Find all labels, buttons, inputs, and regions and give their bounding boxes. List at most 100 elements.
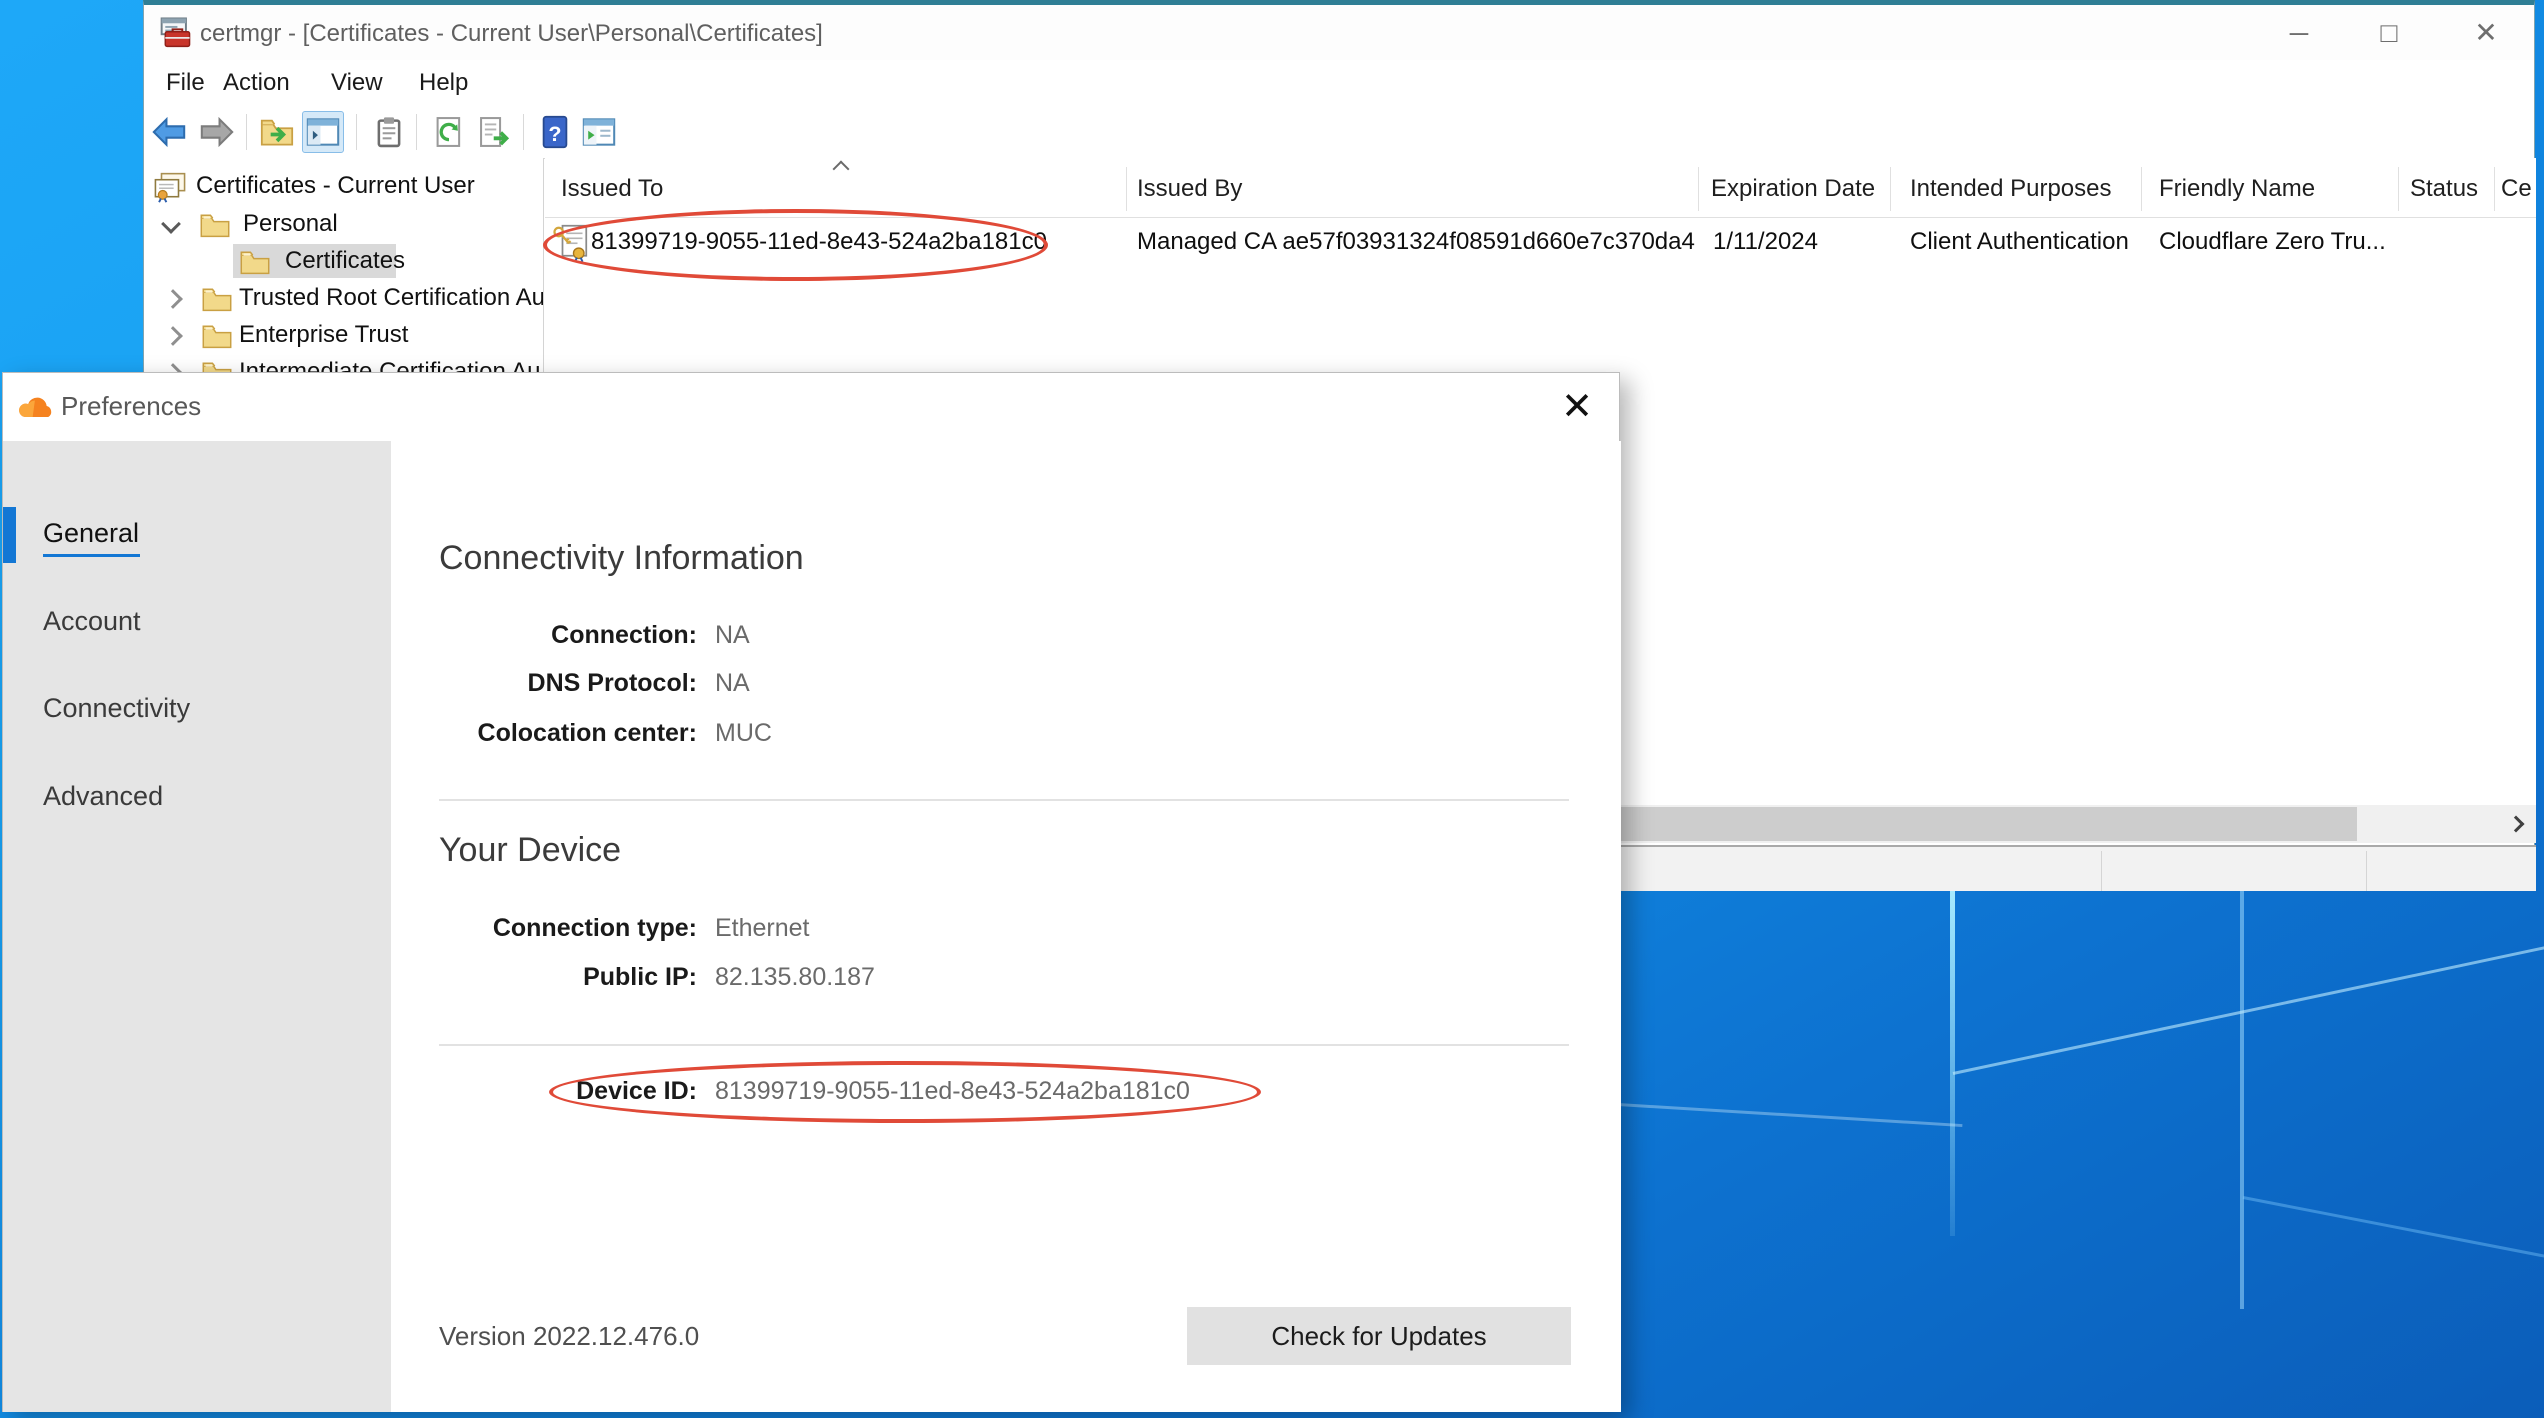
section-heading-connectivity: Connectivity Information bbox=[439, 539, 804, 578]
wallpaper-beam bbox=[1953, 939, 2544, 1075]
certmgr-titlebar: certmgr - [Certificates - Current User\P… bbox=[144, 5, 2534, 60]
preferences-dialog: Preferences ✕ General Account Connectivi… bbox=[2, 372, 1620, 1412]
screen: certmgr - [Certificates - Current User\P… bbox=[0, 0, 2544, 1418]
column-divider[interactable] bbox=[1698, 167, 1699, 211]
column-header-purposes[interactable]: Intended Purposes bbox=[1910, 175, 2111, 203]
column-header-issued-by[interactable]: Issued By bbox=[1137, 175, 1242, 203]
refresh-icon bbox=[430, 114, 468, 150]
tree-item-label: Personal bbox=[243, 206, 338, 242]
column-divider[interactable] bbox=[2141, 167, 2142, 211]
column-divider[interactable] bbox=[2494, 167, 2495, 211]
section-divider bbox=[439, 799, 1569, 801]
cell-issued-by: Managed CA ae57f03931324f08591d660e7c370… bbox=[1137, 228, 1695, 256]
chevron-right-icon[interactable] bbox=[163, 289, 183, 309]
column-header-status[interactable]: Status bbox=[2410, 175, 2478, 203]
paste-button[interactable] bbox=[368, 111, 410, 153]
connection-label: Connection: bbox=[439, 621, 697, 650]
console-pane-icon bbox=[304, 114, 342, 150]
preferences-content: Connectivity Information Connection: NA … bbox=[391, 441, 1621, 1412]
cell-friendly-name: Cloudflare Zero Tru... bbox=[2159, 228, 2386, 256]
certificate-store-icon bbox=[153, 171, 187, 203]
public-ip-label: Public IP: bbox=[439, 963, 697, 992]
column-divider[interactable] bbox=[1126, 167, 1127, 211]
certmgr-app-icon bbox=[158, 16, 192, 50]
sidebar-item-general[interactable]: General bbox=[43, 513, 139, 553]
export-list-button[interactable] bbox=[256, 111, 298, 153]
sort-ascending-icon bbox=[833, 161, 850, 178]
status-divider bbox=[2101, 851, 2102, 891]
active-tab-accent-bar bbox=[3, 507, 16, 563]
section-heading-your-device: Your Device bbox=[439, 831, 621, 870]
sidebar-item-advanced[interactable]: Advanced bbox=[43, 776, 163, 816]
toolbar-separator bbox=[356, 114, 357, 150]
tree-item-trusted-root[interactable]: Trusted Root Certification Au bbox=[144, 280, 544, 316]
tree-item-personal[interactable]: Personal bbox=[144, 206, 544, 242]
folder-icon bbox=[201, 285, 233, 313]
chevron-down-icon[interactable] bbox=[161, 214, 181, 234]
menu-help[interactable]: Help bbox=[419, 69, 468, 97]
forward-icon bbox=[198, 114, 236, 150]
tree-item-label: Certificates bbox=[285, 243, 405, 279]
tree-item-label: Enterprise Trust bbox=[239, 317, 408, 353]
help-button[interactable]: ? bbox=[534, 111, 576, 153]
tree-root-certificates-current-user[interactable]: Certificates - Current User bbox=[144, 168, 544, 204]
folder-icon bbox=[239, 248, 271, 276]
window-title: certmgr - [Certificates - Current User\P… bbox=[200, 20, 823, 48]
console-tree-button[interactable] bbox=[578, 111, 620, 153]
refresh-button[interactable] bbox=[428, 111, 470, 153]
cloudflare-logo-icon bbox=[17, 393, 55, 421]
status-divider bbox=[2366, 851, 2367, 891]
column-header-expiration[interactable]: Expiration Date bbox=[1711, 175, 1875, 203]
scroll-right-button[interactable] bbox=[2498, 807, 2534, 841]
clipboard-icon bbox=[370, 114, 408, 150]
chevron-right-icon bbox=[2508, 816, 2525, 833]
svg-text:?: ? bbox=[548, 122, 561, 146]
export-doc-icon bbox=[476, 114, 514, 150]
column-divider[interactable] bbox=[2398, 167, 2399, 211]
active-tab-underline bbox=[43, 554, 140, 557]
preferences-header: Preferences ✕ bbox=[3, 373, 1619, 441]
maximize-button[interactable]: □ bbox=[2369, 15, 2409, 51]
folder-arrow-icon bbox=[258, 114, 296, 150]
forward-button[interactable] bbox=[196, 111, 238, 153]
wallpaper-beam bbox=[2243, 1196, 2544, 1262]
wallpaper-beam bbox=[1618, 1103, 1963, 1127]
tree-item-label: Trusted Root Certification Au bbox=[239, 280, 544, 316]
show-console-tree-button[interactable] bbox=[302, 111, 344, 153]
column-divider[interactable] bbox=[1890, 167, 1891, 211]
public-ip-value: 82.135.80.187 bbox=[715, 963, 875, 992]
annotation-circle-issued-to bbox=[543, 209, 1048, 281]
help-icon: ? bbox=[536, 114, 574, 150]
connection-type-value: Ethernet bbox=[715, 914, 810, 943]
dialog-title: Preferences bbox=[61, 391, 201, 422]
folder-icon bbox=[199, 211, 231, 239]
chevron-right-icon[interactable] bbox=[163, 326, 183, 346]
section-divider bbox=[439, 1044, 1569, 1046]
menu-view[interactable]: View bbox=[331, 69, 383, 97]
cell-purposes: Client Authentication bbox=[1910, 228, 2129, 256]
console-tree-icon bbox=[580, 114, 618, 150]
dns-protocol-label: DNS Protocol: bbox=[439, 669, 697, 698]
dialog-close-button[interactable]: ✕ bbox=[1551, 381, 1603, 433]
export-button[interactable] bbox=[474, 111, 516, 153]
dns-protocol-value: NA bbox=[715, 669, 750, 698]
colocation-label: Colocation center: bbox=[439, 719, 697, 748]
toolbar-separator bbox=[416, 114, 417, 150]
column-header-ce[interactable]: Ce bbox=[2501, 175, 2532, 203]
sidebar-item-connectivity[interactable]: Connectivity bbox=[43, 688, 190, 728]
colocation-value: MUC bbox=[715, 719, 772, 748]
minimize-button[interactable]: ─ bbox=[2279, 15, 2319, 51]
tree-item-certificates[interactable]: Certificates bbox=[144, 243, 544, 279]
sidebar-item-account[interactable]: Account bbox=[43, 601, 141, 641]
connection-value: NA bbox=[715, 621, 750, 650]
column-header-issued-to[interactable]: Issued To bbox=[561, 175, 663, 203]
check-for-updates-button[interactable]: Check for Updates bbox=[1187, 1307, 1571, 1365]
column-header-friendly-name[interactable]: Friendly Name bbox=[2159, 175, 2315, 203]
menu-action[interactable]: Action bbox=[223, 69, 290, 97]
menu-file[interactable]: File bbox=[166, 69, 205, 97]
back-button[interactable] bbox=[148, 111, 190, 153]
version-text: Version 2022.12.476.0 bbox=[439, 1321, 699, 1352]
tree-item-enterprise-trust[interactable]: Enterprise Trust bbox=[144, 317, 544, 353]
close-button[interactable]: ✕ bbox=[2466, 15, 2506, 51]
toolbar-separator bbox=[246, 114, 247, 150]
